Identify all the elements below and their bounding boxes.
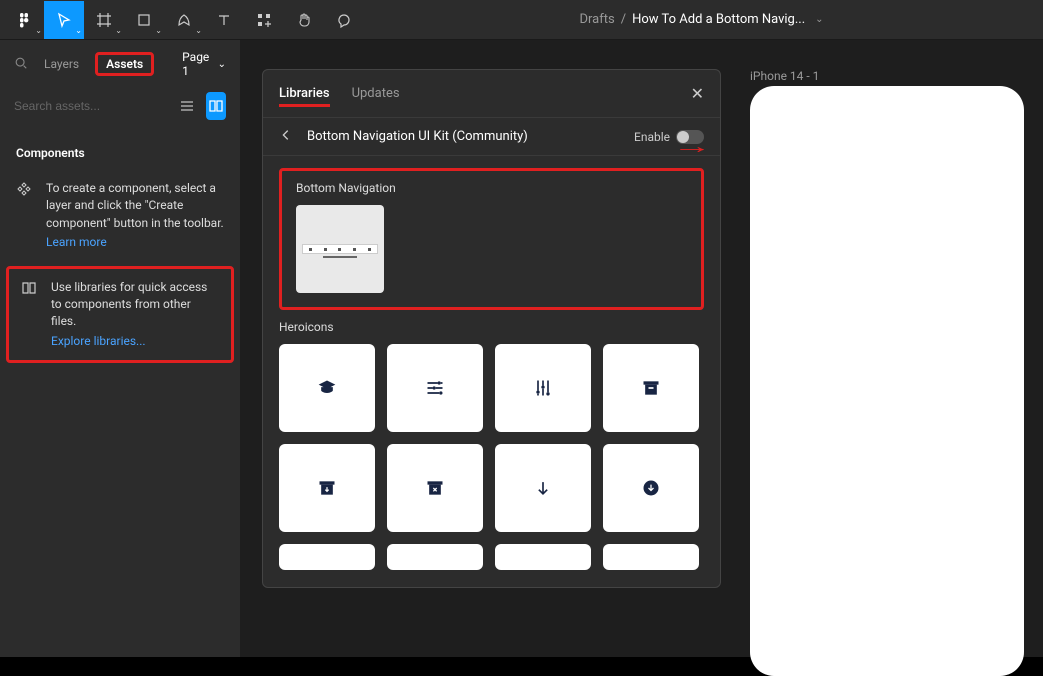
toolbar-left-group: ⌄ ⌄ ⌄ ⌄ ⌄ <box>4 1 364 39</box>
enable-label: Enable <box>634 130 670 144</box>
text-tool-button[interactable] <box>204 1 244 39</box>
adjustments-vertical-icon <box>533 378 553 398</box>
toolbar-title[interactable]: Drafts / How To Add a Bottom Navig... ⌄ <box>364 12 1039 27</box>
annotation-highlight-libraries: Use libraries for quick access to compon… <box>6 266 234 364</box>
comment-tool-button[interactable] <box>324 1 364 39</box>
chevron-down-icon: ⌄ <box>195 26 202 35</box>
heroicon-archive-down[interactable] <box>279 444 375 532</box>
canvas[interactable]: Libraries Updates ✕ Bottom Navigation UI… <box>240 40 1043 657</box>
tab-assets[interactable]: Assets <box>104 53 145 75</box>
breadcrumb-drafts[interactable]: Drafts <box>579 12 614 27</box>
shape-tool-button[interactable]: ⌄ <box>124 1 164 39</box>
annotation-highlight-assets: Assets <box>95 52 154 76</box>
list-icon <box>179 98 195 114</box>
heroicon-placeholder-3[interactable] <box>495 544 591 570</box>
library-title: Bottom Navigation UI Kit (Community) <box>307 129 528 144</box>
top-toolbar: ⌄ ⌄ ⌄ ⌄ ⌄ Drafts / <box>0 0 1043 40</box>
heroicon-placeholder-1[interactable] <box>279 544 375 570</box>
heroicon-placeholder-4[interactable] <box>603 544 699 570</box>
chevron-down-icon: ⌄ <box>218 59 226 70</box>
frame-label[interactable]: iPhone 14 - 1 <box>750 69 819 83</box>
chevron-down-icon: ⌄ <box>115 26 122 35</box>
chevron-down-icon: ⌄ <box>155 26 162 35</box>
page-selector[interactable]: Page 1 ⌄ <box>182 50 226 78</box>
panel-header: Bottom Navigation UI Kit (Community) Ena… <box>263 118 720 156</box>
annotation-highlight-section: Bottom Navigation <box>279 168 704 310</box>
annotation-arrow: → <box>672 134 712 159</box>
component-icon <box>16 181 34 200</box>
academic-cap-icon <box>317 378 337 398</box>
bottom-nav-preview-icon <box>302 244 378 254</box>
heroicon-arrow-down[interactable] <box>495 444 591 532</box>
search-icon[interactable] <box>14 56 28 73</box>
components-heading: Components <box>0 128 240 170</box>
heroicon-placeholder-2[interactable] <box>387 544 483 570</box>
arrow-down-icon <box>533 478 553 498</box>
search-assets-input[interactable] <box>14 99 169 113</box>
page-label: Page 1 <box>182 50 214 78</box>
figma-logo-icon <box>16 12 32 28</box>
create-component-text: To create a component, select a layer an… <box>46 181 224 230</box>
archive-down-icon <box>317 478 337 498</box>
list-view-button[interactable] <box>177 92 198 120</box>
heroicon-adjustments-horizontal[interactable] <box>387 344 483 432</box>
heroicon-academic-cap[interactable] <box>279 344 375 432</box>
panel-tab-libraries[interactable]: Libraries <box>279 72 330 115</box>
heroicons-grid <box>279 344 704 570</box>
pen-icon <box>176 12 192 28</box>
chevron-down-icon: ⌄ <box>35 26 42 35</box>
frame-tool-button[interactable]: ⌄ <box>84 1 124 39</box>
heroicon-archive-box[interactable] <box>603 344 699 432</box>
breadcrumb-separator: / <box>621 12 626 27</box>
iphone-frame[interactable] <box>750 86 1024 676</box>
chevron-down-icon[interactable]: ⌄ <box>815 14 823 25</box>
panel-tab-updates[interactable]: Updates <box>352 72 400 115</box>
text-icon <box>216 12 232 28</box>
tab-layers[interactable]: Layers <box>42 53 81 75</box>
arrow-down-circle-icon <box>641 478 661 498</box>
libraries-panel: Libraries Updates ✕ Bottom Navigation UI… <box>262 69 721 588</box>
archive-box-icon <box>641 378 661 398</box>
create-component-info: To create a component, select a layer an… <box>0 170 240 262</box>
learn-more-link[interactable]: Learn more <box>46 234 224 251</box>
section-bottom-navigation-label: Bottom Navigation <box>296 181 687 195</box>
frame-icon <box>96 12 112 28</box>
explore-libraries-link[interactable]: Explore libraries... <box>51 333 219 350</box>
archive-x-icon <box>425 478 445 498</box>
panel-body: Bottom Navigation Heroicons <box>263 156 720 587</box>
hand-tool-button[interactable] <box>284 1 324 39</box>
square-icon <box>136 12 152 28</box>
resources-icon <box>256 12 272 28</box>
libraries-info-text: Use libraries for quick access to compon… <box>51 280 207 329</box>
cursor-icon <box>56 12 72 28</box>
main-area: Layers Assets Page 1 ⌄ Components <box>0 40 1043 657</box>
move-tool-button[interactable]: ⌄ <box>44 1 84 39</box>
section-heroicons-label: Heroicons <box>279 320 704 334</box>
hand-icon <box>296 12 312 28</box>
pen-tool-button[interactable]: ⌄ <box>164 1 204 39</box>
bottom-navigation-component[interactable] <box>296 205 384 293</box>
assets-search-row <box>0 84 240 128</box>
figma-menu-button[interactable]: ⌄ <box>4 1 44 39</box>
back-button[interactable] <box>279 128 297 145</box>
heroicon-arrow-down-circle[interactable] <box>603 444 699 532</box>
chevron-down-icon: ⌄ <box>75 26 82 35</box>
comment-icon <box>336 12 352 28</box>
resources-tool-button[interactable] <box>244 1 284 39</box>
book-icon <box>208 98 224 114</box>
file-name[interactable]: How To Add a Bottom Navig... <box>632 12 805 27</box>
adjustments-horizontal-icon <box>425 378 445 398</box>
panel-tabs: Libraries Updates ✕ <box>263 70 720 118</box>
library-view-button[interactable] <box>206 92 227 120</box>
heroicon-adjustments-vertical[interactable] <box>495 344 591 432</box>
book-icon <box>21 280 39 299</box>
close-panel-button[interactable]: ✕ <box>691 84 704 103</box>
left-sidebar: Layers Assets Page 1 ⌄ Components <box>0 40 240 657</box>
sidebar-tabs: Layers Assets Page 1 ⌄ <box>0 44 240 84</box>
heroicon-archive-x[interactable] <box>387 444 483 532</box>
